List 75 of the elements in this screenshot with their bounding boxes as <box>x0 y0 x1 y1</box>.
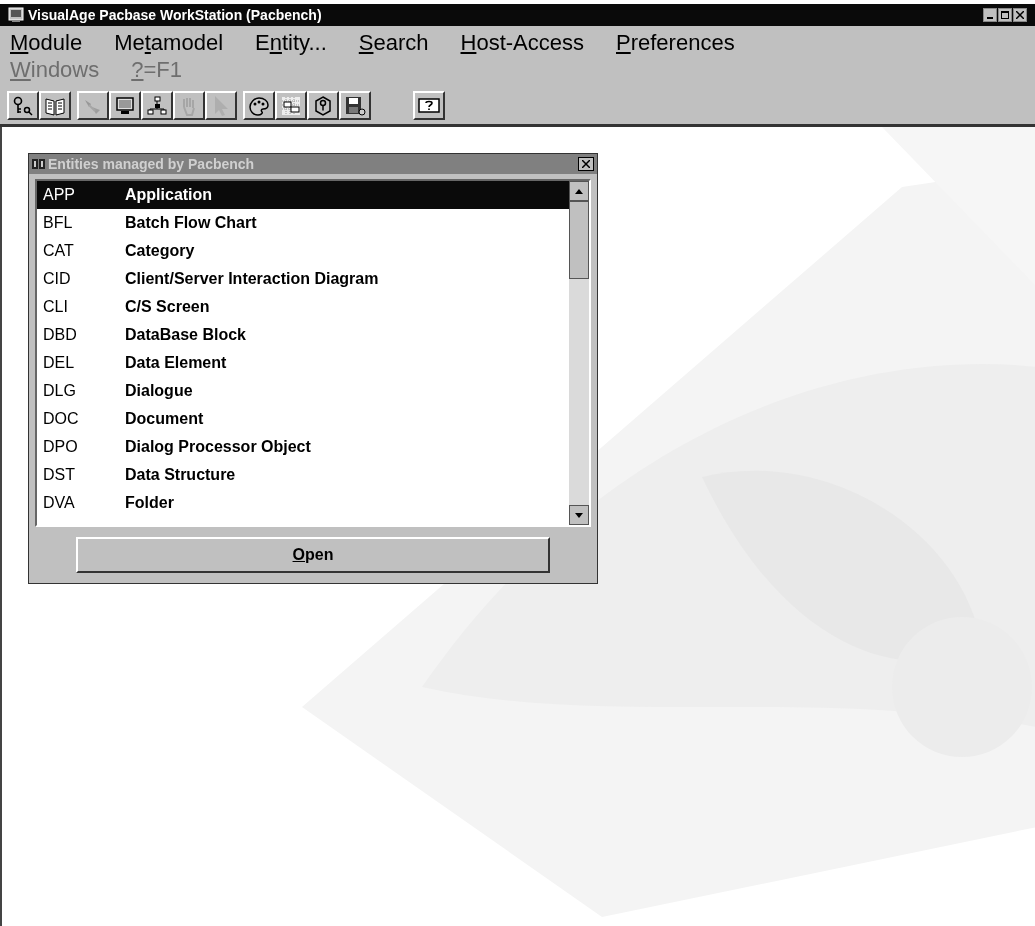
entity-code: CAT <box>43 241 75 261</box>
toolbar-button[interactable] <box>7 91 39 120</box>
palette-icon <box>248 94 270 117</box>
toolbar-button[interactable] <box>307 91 339 120</box>
entity-code: DBD <box>43 325 78 345</box>
toolbar-button[interactable] <box>413 91 445 120</box>
open-button[interactable]: Open <box>76 537 550 573</box>
entity-name: C/S Screen <box>125 297 210 317</box>
list-row[interactable]: DEL Data Element <box>37 349 569 377</box>
scroll-thumb[interactable] <box>569 201 589 279</box>
entity-code: DOC <box>43 409 80 429</box>
scrollbar[interactable] <box>569 181 589 525</box>
entity-code: CID <box>43 269 72 289</box>
grid-icon <box>280 94 302 117</box>
dialog-title: Entities managed by Pacbench <box>48 154 256 174</box>
entity-code: DLG <box>43 381 77 401</box>
menu-item[interactable]: Host-Access <box>460 29 584 56</box>
minimize-button[interactable] <box>983 8 997 22</box>
entity-name: Folder <box>125 493 174 513</box>
help-icon <box>312 94 334 117</box>
entity-name: Data Element <box>125 353 227 373</box>
toolbar-button[interactable] <box>141 91 173 120</box>
toolbar-button[interactable] <box>109 91 141 120</box>
list-row[interactable]: CAT Category <box>37 237 569 265</box>
up-arrow-icon <box>575 188 583 194</box>
scroll-up-button[interactable] <box>569 181 589 201</box>
close-button[interactable] <box>578 157 594 171</box>
close-icon <box>1016 11 1024 19</box>
scroll-down-button[interactable] <box>569 505 589 525</box>
entity-name: Dialog Processor Object <box>125 437 311 457</box>
entity-name: Dialogue <box>125 381 193 401</box>
monitor-icon <box>114 94 136 117</box>
entity-code: BFL <box>43 213 74 233</box>
key-magnifier-icon <box>12 94 34 117</box>
menu-item[interactable]: Module <box>10 29 83 56</box>
toolbar-button[interactable] <box>275 91 307 120</box>
entity-code: APP <box>43 185 76 205</box>
entity-name: Application <box>125 185 213 205</box>
list-row[interactable]: APP Application <box>37 181 569 209</box>
entity-name: Client/Server Interaction Diagram <box>125 269 379 289</box>
down-arrow-icon <box>575 512 583 518</box>
floppy-disk-icon <box>344 94 366 117</box>
list-row[interactable]: DOC Document <box>37 405 569 433</box>
toolbar-button[interactable] <box>243 91 275 120</box>
entity-code: DPO <box>43 437 79 457</box>
entity-name: Document <box>125 409 204 429</box>
list-row[interactable]: DLG Dialogue <box>37 377 569 405</box>
menu-item[interactable]: Search <box>358 29 429 56</box>
entity-name: Data Structure <box>125 465 236 485</box>
app-icon <box>8 7 24 23</box>
list-row[interactable]: DVA Folder <box>37 489 569 517</box>
menu-item[interactable]: Preferences <box>616 29 735 56</box>
entity-code: DVA <box>43 493 76 513</box>
toolbar-button[interactable] <box>39 91 71 120</box>
list-row[interactable]: DBD DataBase Block <box>37 321 569 349</box>
list-row[interactable]: CLI C/S Screen <box>37 293 569 321</box>
maximize-button[interactable] <box>998 8 1012 22</box>
entity-name: DataBase Block <box>125 325 246 345</box>
list-row[interactable]: DPO Dialog Processor Object <box>37 433 569 461</box>
list-row[interactable]: BFL Batch Flow Chart <box>37 209 569 237</box>
close-icon <box>582 160 590 168</box>
entity-code: CLI <box>43 297 69 317</box>
entity-name: Batch Flow Chart <box>125 213 257 233</box>
book-icon <box>32 158 46 170</box>
hierarchy-icon <box>146 94 168 117</box>
menu-item[interactable]: Entity... <box>255 29 327 56</box>
entity-name: Category <box>125 241 195 261</box>
list-row[interactable]: DST Data Structure <box>37 461 569 489</box>
window-title: VisualAge Pacbase WorkStation (Pacbench) <box>28 5 323 25</box>
toolbar-button[interactable] <box>339 91 371 120</box>
menu-item[interactable]: Metamodel <box>114 29 223 56</box>
entity-code: DEL <box>43 353 76 373</box>
entity-code: DST <box>43 465 76 485</box>
close-button[interactable] <box>1013 8 1027 22</box>
list-row[interactable]: CID Client/Server Interaction Diagram <box>37 265 569 293</box>
